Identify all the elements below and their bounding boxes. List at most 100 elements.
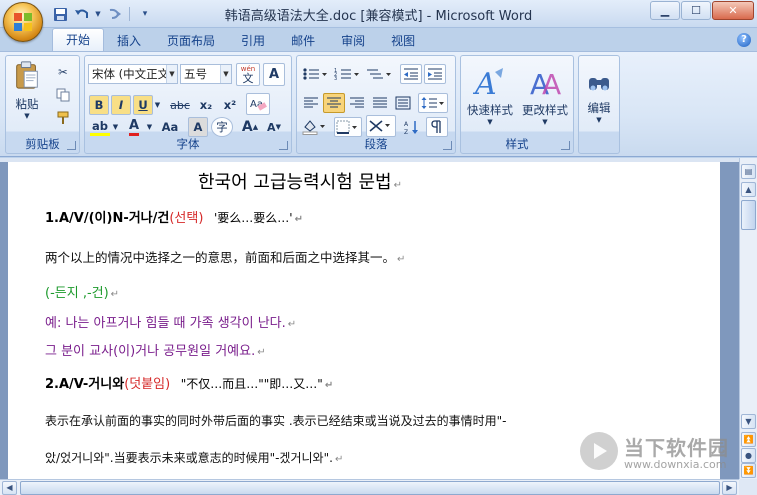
chinese-layout-button[interactable]	[366, 115, 396, 137]
editing-button[interactable]: 编辑 ▼	[581, 62, 617, 132]
quick-styles-button[interactable]: A 快速样式 ▼	[463, 60, 517, 132]
font-color-dropdown-icon[interactable]: ▼	[145, 117, 154, 137]
copy-icon[interactable]	[54, 85, 72, 105]
close-icon[interactable]: ✕	[712, 1, 754, 20]
underline-button[interactable]: U	[133, 95, 153, 115]
font-size-dropdown-icon[interactable]: ▼	[220, 65, 231, 83]
vertical-scroll-thumb[interactable]	[741, 200, 756, 230]
align-right-button[interactable]	[346, 93, 368, 113]
enclose-char-button[interactable]: 字	[211, 117, 233, 137]
bold-button[interactable]: B	[89, 95, 109, 115]
scrollbar-corner	[739, 479, 757, 495]
section1-example1: 예: 나는 아프거나 힘들 때 가족 생각이 난다. ↵	[45, 312, 296, 331]
align-left-button[interactable]	[300, 93, 322, 113]
align-center-icon	[327, 97, 341, 108]
maximize-icon[interactable]: ☐	[681, 1, 711, 20]
shading-button[interactable]	[300, 117, 330, 137]
grow-font-button[interactable]: A ▲	[239, 117, 261, 137]
highlight-button[interactable]: ab	[89, 117, 111, 137]
align-left-icon	[304, 97, 318, 108]
underline-dropdown-icon[interactable]: ▼	[153, 95, 162, 115]
multilevel-list-button[interactable]	[364, 64, 394, 84]
increase-indent-button[interactable]	[424, 64, 446, 84]
change-case-button[interactable]: Aa	[157, 117, 183, 137]
scroll-up-icon[interactable]: ▲	[741, 182, 756, 197]
char-shading-button[interactable]: A	[188, 117, 208, 137]
justify-button[interactable]	[369, 93, 391, 113]
clear-formatting-icon: Aa	[250, 99, 267, 111]
subscript-button[interactable]: x₂	[195, 95, 217, 115]
sort-button[interactable]: AZ	[401, 117, 423, 137]
font-size-combo[interactable]: 五号 ▼	[180, 64, 232, 84]
paragraph-mark: ↵	[397, 254, 406, 265]
section1-description: 两个以上的情况中选择之一的意思，前面和后面之中选择其一。 ↵	[45, 247, 405, 266]
tab-mailings[interactable]: 邮件	[278, 30, 328, 52]
clear-formatting-button[interactable]: Aa	[246, 93, 270, 115]
font-color-icon: A	[128, 118, 140, 136]
clipboard-group: 粘贴 ▼ ✂ 剪贴板	[5, 55, 80, 154]
align-center-button[interactable]	[323, 93, 345, 113]
svg-text:A: A	[404, 121, 409, 128]
svg-text:3: 3	[334, 76, 337, 81]
scroll-right-icon[interactable]: ▶	[722, 481, 737, 495]
char-border-button[interactable]: A	[263, 63, 285, 86]
font-color-button[interactable]: A	[123, 117, 145, 137]
office-button[interactable]	[3, 2, 43, 42]
paragraph-mark-icon	[431, 120, 441, 133]
paragraph-mark: ↵	[110, 289, 120, 300]
decrease-indent-button[interactable]	[400, 64, 422, 84]
window-title: 韩语高级语法大全.doc [兼容模式] - Microsoft Word	[224, 9, 533, 24]
ruler-toggle-icon[interactable]: ▤	[741, 164, 756, 179]
grow-font-label: A	[241, 119, 253, 135]
paste-button[interactable]: 粘贴 ▼	[10, 60, 44, 120]
show-marks-button[interactable]	[426, 117, 448, 137]
highlight-dropdown-icon[interactable]: ▼	[111, 117, 120, 137]
bullets-button[interactable]	[300, 64, 330, 84]
paragraph-group: 123 A Z 段落	[296, 55, 456, 154]
paragraph-launcher-icon[interactable]	[443, 141, 452, 150]
phonetic-guide-button[interactable]: wén 文	[236, 63, 260, 86]
format-painter-icon[interactable]	[54, 108, 72, 128]
cut-icon[interactable]: ✂	[54, 62, 72, 82]
distributed-button[interactable]	[392, 93, 414, 113]
font-name-dropdown-icon[interactable]: ▼	[166, 65, 177, 83]
borders-icon	[336, 120, 357, 134]
section2-heading-text: 2.A/V-거니와	[45, 377, 125, 392]
section1-example2: 그 분이 교사(이)거나 공무원일 거예요. ↵	[45, 340, 266, 359]
justify-icon	[373, 97, 387, 108]
strikethrough-button[interactable]: abc	[167, 95, 193, 115]
tab-references[interactable]: 引用	[228, 30, 278, 52]
watermark-url: www.downxia.com	[624, 458, 727, 471]
horizontal-scrollbar[interactable]: ◀ ▶	[0, 479, 739, 495]
scroll-left-icon[interactable]: ◀	[2, 481, 17, 495]
tab-insert[interactable]: 插入	[104, 30, 154, 52]
font-launcher-icon[interactable]	[279, 141, 288, 150]
tab-view[interactable]: 视图	[378, 30, 428, 52]
borders-button[interactable]	[334, 117, 362, 137]
bullets-icon	[303, 68, 327, 80]
shrink-font-button[interactable]: A ▼	[263, 117, 285, 137]
tab-review[interactable]: 审阅	[328, 30, 378, 52]
section1-heading: 1.A/V/(이)N-거나/건(선택) '要么…要么…' ↵	[45, 207, 303, 226]
numbering-button[interactable]: 123	[332, 64, 362, 84]
horizontal-scroll-thumb[interactable]	[20, 481, 720, 495]
help-icon[interactable]: ?	[737, 33, 751, 47]
phonetic-guide-char: 文	[242, 71, 254, 85]
italic-button[interactable]: I	[111, 95, 131, 115]
superscript-button[interactable]: x²	[219, 95, 241, 115]
font-name-value: 宋体 (中文正文)	[92, 67, 174, 81]
clipboard-launcher-icon[interactable]	[67, 141, 76, 150]
change-styles-button[interactable]: A A 更改样式 ▼	[518, 60, 572, 132]
quick-styles-icon: A	[473, 67, 503, 100]
font-name-combo[interactable]: 宋体 (中文正文) ▼	[88, 64, 178, 84]
tab-page-layout[interactable]: 页面布局	[154, 30, 228, 52]
tab-home[interactable]: 开始	[52, 28, 105, 52]
styles-launcher-icon[interactable]	[561, 141, 570, 150]
scroll-down-icon[interactable]: ▼	[741, 414, 756, 429]
paragraph-mark: ↵	[294, 214, 303, 225]
decrease-indent-icon	[404, 68, 418, 80]
ribbon: 粘贴 ▼ ✂ 剪贴板 宋体 (中文正文) ▼ 五号 ▼ wén 文 A B I …	[0, 51, 757, 157]
editing-label: 编辑	[587, 101, 611, 115]
line-spacing-button[interactable]	[418, 93, 448, 113]
minimize-icon[interactable]: ▁	[650, 1, 680, 20]
